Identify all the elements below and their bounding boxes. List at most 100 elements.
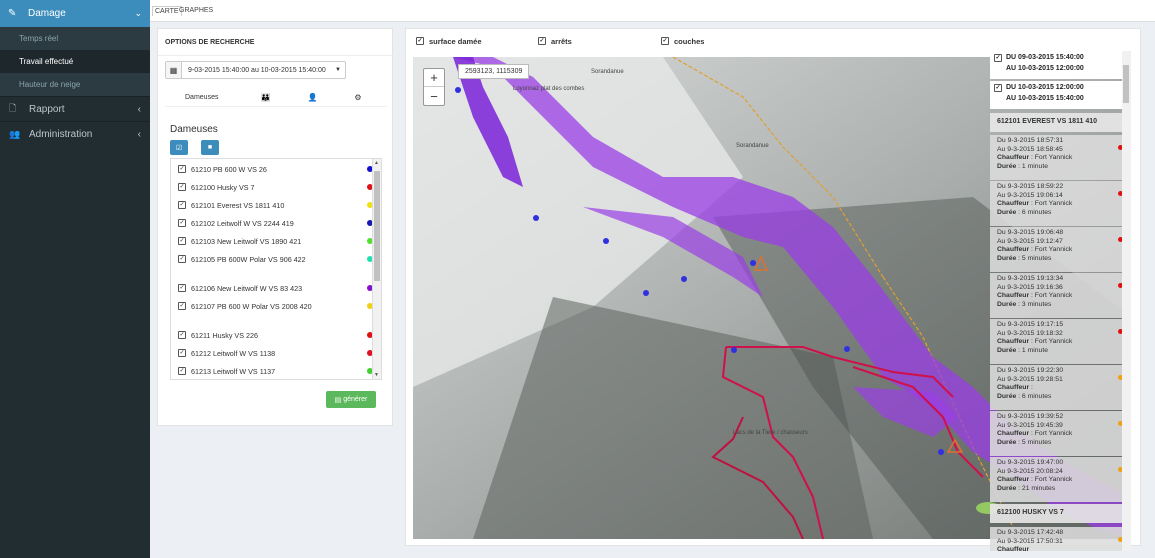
machine-checkbox[interactable]: ✓ bbox=[178, 255, 186, 263]
activity-entry[interactable]: Du 9-3-2015 19:17:15 Au 9-3-2015 19:18:32… bbox=[990, 319, 1131, 364]
stop-marker[interactable] bbox=[938, 449, 944, 455]
activity-entry[interactable]: Du 9-3-2015 19:39:52 Au 9-3-2015 19:45:39… bbox=[990, 411, 1131, 456]
entry-start: Du 9-3-2015 18:59:22 bbox=[997, 183, 1064, 190]
activity-entry[interactable]: Du 9-3-2015 19:13:34 Au 9-3-2015 19:16:36… bbox=[990, 273, 1131, 318]
machine-row[interactable]: ✓ 61210 PB 600 W VS 26 bbox=[178, 165, 373, 174]
entry-driver: Chauffeur bbox=[997, 546, 1124, 551]
tab-dameuses[interactable]: Dameuses bbox=[185, 94, 218, 101]
entry-end: Au 9-3-2015 19:18:32 bbox=[997, 329, 1063, 337]
machine-checkbox[interactable]: ✓ bbox=[178, 219, 186, 227]
machine-checkbox[interactable]: ✓ bbox=[178, 349, 186, 357]
machine-row[interactable]: ✓ 61212 Leitwolf W VS 1138 bbox=[178, 349, 373, 358]
cogs-icon[interactable]: ⚙ bbox=[354, 93, 361, 102]
machine-checkbox[interactable]: ✓ bbox=[178, 237, 186, 245]
machine-checkbox[interactable]: ✓ bbox=[178, 367, 186, 375]
stop-marker[interactable] bbox=[643, 290, 649, 296]
group-icon[interactable]: 👪 bbox=[260, 93, 270, 102]
machine-row[interactable]: ✓ 612103 New Leitwolf VS 1890 421 bbox=[178, 237, 373, 246]
entry-duration: Durée : 5 minutes bbox=[997, 255, 1124, 264]
zoom-out-button[interactable]: − bbox=[424, 87, 444, 105]
machine-checkbox[interactable]: ✓ bbox=[178, 201, 186, 209]
checkbox[interactable]: ✓ bbox=[538, 37, 546, 45]
machine-name: 612106 New Leitwolf W VS 83 423 bbox=[191, 284, 303, 293]
machine-checkbox[interactable]: ✓ bbox=[178, 284, 186, 292]
sidebar-item-temps-reel[interactable]: Temps réel bbox=[0, 27, 150, 50]
date-range-picker[interactable]: ▦ 9-03-2015 15:40:00 au 10-03-2015 15:40… bbox=[165, 61, 346, 79]
stop-marker[interactable] bbox=[681, 276, 687, 282]
activity-entry[interactable]: Du 9-3-2015 19:06:48 Au 9-3-2015 19:12:47… bbox=[990, 227, 1131, 272]
group-title: 612100 HUSKY VS 7 bbox=[990, 504, 1131, 523]
machine-checkbox[interactable]: ✓ bbox=[178, 302, 186, 310]
stop-marker[interactable] bbox=[533, 215, 539, 221]
sidebar-item-travail-effectue[interactable]: Travail effectué bbox=[0, 50, 150, 73]
tab-graphes[interactable]: GRAPHES bbox=[177, 6, 215, 15]
entry-start: Du 9-3-2015 19:39:52 bbox=[997, 413, 1064, 420]
activity-entry[interactable]: Du 9-3-2015 19:22:30 Au 9-3-2015 19:28:51… bbox=[990, 365, 1131, 410]
generate-button-label: générer bbox=[343, 396, 368, 403]
entry-driver-value: : Fort Yannick bbox=[1029, 246, 1073, 253]
entry-end: Au 9-3-2015 19:16:36 bbox=[997, 283, 1063, 291]
entry-driver: Chauffeur : Fort Yannick bbox=[997, 246, 1124, 255]
entry-duration: Durée : 5 minutes bbox=[997, 439, 1124, 448]
entry-end: Au 9-3-2015 19:28:51 bbox=[997, 375, 1063, 383]
entry-start: Du 9-3-2015 19:06:48 bbox=[997, 229, 1064, 236]
checkbox[interactable]: ✓ bbox=[416, 37, 424, 45]
machine-list: ✓ 61213 Leitwolf W VS 1137 ✓ 61212 Leitwolf… bbox=[170, 158, 382, 380]
machine-row[interactable]: ✓ 61213 Leitwolf W VS 1137 bbox=[178, 367, 373, 376]
machine-checkbox[interactable]: ✓ bbox=[178, 331, 186, 339]
machine-row[interactable]: ✓ 612100 Husky VS 7 bbox=[178, 183, 373, 192]
stop-marker[interactable] bbox=[603, 238, 609, 244]
stop-marker[interactable] bbox=[455, 87, 461, 93]
check-all-button[interactable]: ☑ bbox=[170, 140, 188, 155]
generate-button[interactable]: ▤ générer bbox=[326, 391, 376, 408]
uncheck-all-button[interactable]: ■ bbox=[201, 140, 219, 155]
layer-toggle-arrets[interactable]: ✓ arrêts bbox=[538, 37, 572, 46]
machine-row[interactable]: ✓ 61211 Husky VS 226 bbox=[178, 331, 373, 340]
period-filter[interactable]: ✓ DU 10-03-2015 12:00:00 AU 10-03-2015 1… bbox=[990, 81, 1131, 109]
entry-start: Du 9-3-2015 17:42:48 bbox=[997, 529, 1064, 536]
layer-toggle-surface[interactable]: ✓ surface damée bbox=[416, 37, 482, 46]
activity-entry[interactable]: Du 9-3-2015 18:59:22 Au 9-3-2015 19:06:14… bbox=[990, 181, 1131, 226]
sidebar-item-administration[interactable]: 👥 Administration ‹ bbox=[0, 121, 150, 146]
entry-driver: Chauffeur : Fort Yannick bbox=[997, 292, 1124, 301]
stop-marker[interactable] bbox=[731, 347, 737, 353]
period-filter[interactable]: ✓ DU 09-03-2015 15:40:00 AU 10-03-2015 1… bbox=[990, 51, 1131, 79]
machine-row[interactable]: ✓ 612107 PB 600 W Polar VS 2008 420 bbox=[178, 302, 373, 311]
checkbox[interactable]: ✓ bbox=[661, 37, 669, 45]
activity-entry[interactable]: Du 9-3-2015 18:57:31 Au 9-3-2015 18:58:45… bbox=[990, 135, 1131, 180]
machine-checkbox[interactable]: ✓ bbox=[178, 183, 186, 191]
map-label: Sorandanue bbox=[736, 143, 769, 149]
entry-duration-label: Durée bbox=[997, 208, 1017, 216]
scrollbar-thumb[interactable] bbox=[374, 171, 380, 281]
chevron-left-icon: ‹ bbox=[137, 128, 141, 140]
sidebar-item-label: Travail effectué bbox=[19, 57, 74, 66]
overlay-scrollbar[interactable] bbox=[1122, 51, 1131, 551]
nav-damage[interactable]: ✎ Damage ⌄ bbox=[0, 0, 150, 27]
entry-driver-label: Chauffeur bbox=[997, 246, 1030, 253]
machine-row[interactable]: ✓ 612105 PB 600W Polar VS 906 422 bbox=[178, 255, 373, 264]
layer-toggle-couches[interactable]: ✓ couches bbox=[661, 37, 704, 46]
stop-marker[interactable] bbox=[750, 260, 756, 266]
stop-marker[interactable] bbox=[844, 346, 850, 352]
user-icon[interactable]: 👤 bbox=[307, 93, 317, 102]
sidebar-item-label: Hauteur de neige bbox=[19, 80, 81, 89]
activity-overlay: ✓ DU 09-03-2015 15:40:00 AU 10-03-2015 1… bbox=[990, 51, 1131, 551]
checkbox[interactable]: ✓ bbox=[994, 54, 1002, 62]
activity-entry[interactable]: Du 9-3-2015 17:42:48 Au 9-3-2015 17:50:31… bbox=[990, 527, 1131, 551]
entry-duration-label: Durée bbox=[997, 162, 1017, 170]
entry-driver-label: Chauffeur bbox=[997, 546, 1030, 551]
machine-row[interactable]: ✓ 612102 Leitwolf W VS 2244 419 bbox=[178, 219, 373, 228]
machine-row[interactable]: ✓ 612106 New Leitwolf W VS 83 423 bbox=[178, 284, 373, 293]
layer-label: couches bbox=[674, 36, 705, 46]
sidebar-item-rapport[interactable]: 🗋 Rapport ‹ bbox=[0, 96, 150, 121]
entry-driver: Chauffeur : Fort Yannick bbox=[997, 338, 1124, 347]
scrollbar-thumb[interactable] bbox=[1123, 65, 1129, 103]
activity-entry[interactable]: Du 9-3-2015 19:47:00 Au 9-3-2015 20:08:24… bbox=[990, 457, 1131, 502]
damage-submenu: Temps réel Travail effectué Hauteur de n… bbox=[0, 27, 150, 96]
checkbox[interactable]: ✓ bbox=[994, 84, 1002, 92]
zoom-in-button[interactable]: + bbox=[424, 69, 444, 87]
machine-checkbox[interactable]: ✓ bbox=[178, 165, 186, 173]
list-scrollbar[interactable]: ▲ ▼ bbox=[372, 159, 381, 379]
machine-row[interactable]: ✓ 612101 Everest VS 1811 410 bbox=[178, 201, 373, 210]
sidebar-item-hauteur-neige[interactable]: Hauteur de neige bbox=[0, 73, 150, 96]
